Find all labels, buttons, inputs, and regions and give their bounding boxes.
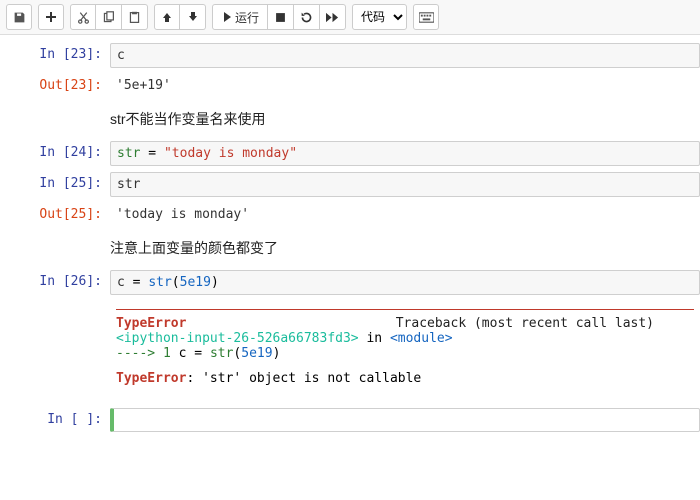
run-label: 运行 — [235, 9, 259, 26]
save-icon — [13, 11, 26, 24]
in-prompt: In [24]: — [0, 141, 110, 164]
command-palette-button[interactable] — [413, 4, 439, 30]
in-prompt: In [ ]: — [0, 408, 110, 431]
error-output: TypeError Traceback (most recent call la… — [0, 299, 700, 392]
cut-button[interactable] — [70, 4, 96, 30]
copy-icon — [102, 11, 115, 24]
error-final-name: TypeError — [116, 371, 186, 386]
code-text: c — [117, 48, 125, 63]
arrow-up-icon — [161, 11, 173, 23]
output-text: '5e+19' — [116, 78, 171, 93]
code-string: "today is monday" — [164, 146, 297, 161]
tb-module: <module> — [390, 331, 453, 346]
save-button[interactable] — [6, 4, 32, 30]
out-prompt: Out[23]: — [0, 74, 110, 97]
cut-icon — [77, 11, 90, 24]
output-cell: Out[23]: '5e+19' — [0, 72, 700, 99]
error-rule — [116, 309, 694, 310]
move-down-button[interactable] — [180, 4, 206, 30]
restart-run-all-button[interactable] — [320, 4, 346, 30]
add-cell-button[interactable] — [38, 4, 64, 30]
tb-file: <ipython-input-26-526a66783fd3> — [116, 331, 359, 346]
run-icon — [221, 12, 231, 22]
code-input[interactable] — [110, 408, 700, 432]
markdown-cell[interactable]: str不能当作变量名来使用 — [0, 101, 700, 137]
error-message: : 'str' object is not callable — [186, 371, 421, 386]
markdown-text: 注意上面变量的颜色都变了 — [110, 232, 700, 264]
toolbar: 运行 代码 — [0, 0, 700, 35]
code-cell[interactable]: In [26]: c = str(5e19) — [0, 268, 700, 297]
restart-button[interactable] — [294, 4, 320, 30]
move-up-button[interactable] — [154, 4, 180, 30]
code-lhs: str — [117, 146, 140, 161]
paste-icon — [128, 11, 141, 24]
markdown-cell[interactable]: 注意上面变量的颜色都变了 — [0, 230, 700, 266]
error-name: TypeError — [116, 316, 186, 331]
stop-icon — [275, 12, 286, 23]
code-cell[interactable]: In [24]: str = "today is monday" — [0, 139, 700, 168]
code-cell-active[interactable]: In [ ]: — [0, 406, 700, 434]
restart-icon — [300, 11, 313, 24]
interrupt-button[interactable] — [268, 4, 294, 30]
paste-button[interactable] — [122, 4, 148, 30]
cell-type-select[interactable]: 代码 — [352, 4, 407, 30]
output-text: 'today is monday' — [116, 207, 249, 222]
keyboard-icon — [419, 12, 434, 23]
arrow-down-icon — [187, 11, 199, 23]
markdown-text: str不能当作变量名来使用 — [110, 103, 700, 135]
code-cell[interactable]: In [23]: c — [0, 41, 700, 70]
in-prompt: In [25]: — [0, 172, 110, 195]
plus-icon — [45, 11, 57, 23]
in-prompt: In [23]: — [0, 43, 110, 66]
out-prompt: Out[25]: — [0, 203, 110, 226]
copy-button[interactable] — [96, 4, 122, 30]
code-cell[interactable]: In [25]: str — [0, 170, 700, 199]
fast-forward-icon — [326, 12, 339, 23]
output-cell: Out[25]: 'today is monday' — [0, 201, 700, 228]
tb-arrow: ----> 1 — [116, 346, 179, 361]
run-button[interactable]: 运行 — [212, 4, 268, 30]
traceback-header: Traceback (most recent call last) — [396, 316, 694, 331]
notebook-area: In [23]: c Out[23]: '5e+19' str不能当作变量名来使… — [0, 35, 700, 434]
code-text: str — [117, 177, 140, 192]
in-prompt: In [26]: — [0, 270, 110, 293]
